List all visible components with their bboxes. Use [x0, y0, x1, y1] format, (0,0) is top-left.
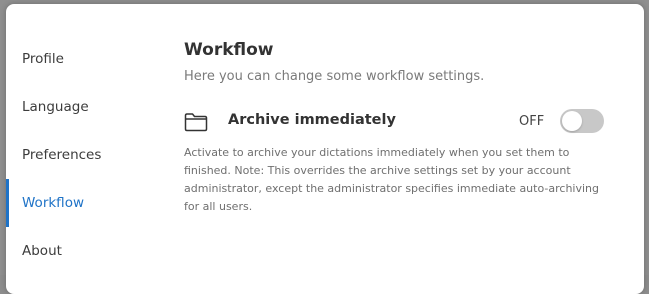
sidebar-item-label: About — [22, 243, 62, 259]
toggle-state-label: OFF — [519, 114, 545, 129]
settings-sidebar: Profile Language Preferences Workflow Ab… — [6, 4, 156, 294]
sidebar-item-label: Language — [22, 99, 89, 115]
folder-icon — [184, 112, 208, 132]
setting-description: Activate to archive your dictations imme… — [184, 146, 599, 213]
sidebar-item-profile[interactable]: Profile — [6, 39, 156, 79]
page-title: Workflow — [184, 40, 274, 60]
sidebar-item-label: Preferences — [22, 147, 102, 163]
page-subtitle: Here you can change some workflow settin… — [184, 69, 485, 84]
sidebar-item-preferences[interactable]: Preferences — [6, 135, 156, 175]
archive-immediately-toggle[interactable] — [560, 109, 604, 133]
sidebar-item-language[interactable]: Language — [6, 87, 156, 127]
sidebar-item-workflow[interactable]: Workflow — [6, 179, 156, 227]
setting-archive-immediately: Archive immediately OFF — [184, 108, 604, 136]
sidebar-item-label: Profile — [22, 51, 64, 67]
toggle-knob — [562, 111, 582, 131]
sidebar-item-about[interactable]: About — [6, 231, 156, 271]
sidebar-item-label: Workflow — [22, 195, 84, 211]
setting-label: Archive immediately — [228, 112, 396, 128]
settings-dialog: Profile Language Preferences Workflow Ab… — [6, 4, 644, 294]
